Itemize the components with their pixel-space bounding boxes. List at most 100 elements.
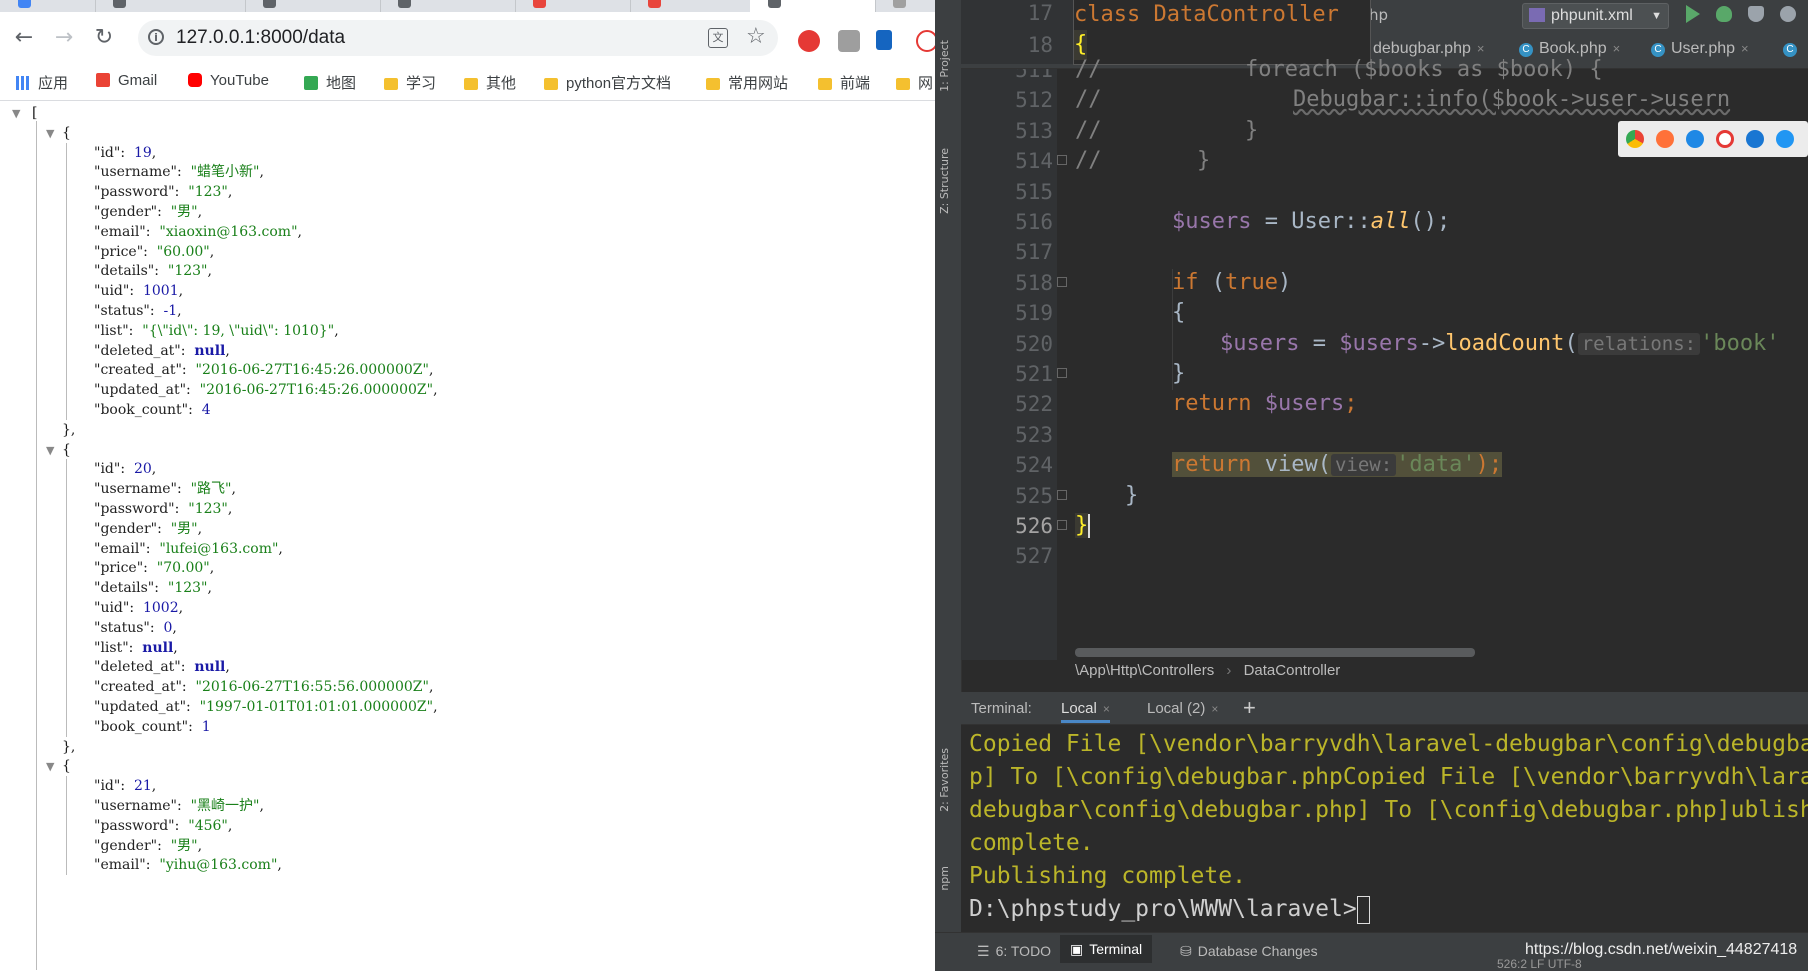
code-line[interactable]: // (1075, 143, 1102, 178)
extension-icon[interactable] (838, 30, 860, 52)
terminal-prompt-line[interactable]: D:\phpstudy_pro\WWW\laravel> (969, 893, 1370, 926)
code-line[interactable]: } (1197, 143, 1210, 178)
terminal-tab-local-2[interactable]: Local (2) × (1147, 700, 1218, 717)
bookmark-label: 应用 (38, 75, 69, 92)
code-line[interactable]: if (true) (1172, 265, 1291, 300)
collapse-toggle-icon[interactable]: ▼ (46, 127, 54, 140)
code-line[interactable]: $users = $users->loadCount(relations:'bo… (1220, 326, 1780, 361)
browser-tab[interactable] (380, 0, 516, 12)
horizontal-scrollbar[interactable] (1075, 648, 1475, 657)
collapse-toggle-icon[interactable]: ▼ (12, 107, 20, 120)
vpn-extension-icon[interactable] (876, 30, 892, 50)
bookmark-folder[interactable]: 常用网站 (706, 72, 788, 92)
project-tool-button[interactable]: 1: Project (938, 40, 951, 92)
code-line[interactable]: $users = User::all(); (1172, 204, 1450, 239)
address-bar[interactable]: i 127.0.0.1:8000/data 文 ☆ (138, 20, 778, 56)
json-colon: : (149, 619, 164, 636)
breadcrumb-namespace[interactable]: \App\Http\Controllers (1075, 662, 1214, 679)
firefox-icon[interactable] (1656, 130, 1674, 148)
json-comma: , (197, 520, 203, 537)
code-line[interactable]: } (1125, 478, 1138, 513)
json-field: "list": "{\"id\": 19, \"uid\": 1010}", (94, 321, 339, 341)
bookmark-youtube[interactable]: YouTube (188, 72, 269, 92)
terminal-tab-local[interactable]: Local × (1061, 700, 1110, 723)
code-line[interactable]: { (1172, 295, 1185, 330)
chrome-icon[interactable] (1626, 130, 1644, 148)
bookmark-folder[interactable]: python官方文档 (544, 72, 671, 92)
translate-icon[interactable]: 文 (708, 28, 728, 48)
bookmark-folder[interactable]: 前端 (818, 72, 870, 92)
database-changes-button[interactable]: ⛁ Database Changes (1180, 943, 1318, 960)
tab-favicon-icon (533, 0, 546, 8)
json-comma: , (151, 144, 157, 161)
browser-tab-active[interactable] (750, 0, 876, 12)
bookmark-gmail[interactable]: Gmail (96, 72, 157, 92)
code-line[interactable]: return $users; (1172, 386, 1357, 421)
json-field: "password": "123", (94, 499, 232, 519)
code-line[interactable]: return view(view:'data'); (1172, 447, 1503, 482)
terminal-output-line: debugbar\config\debugbar.php] To [\confi… (969, 797, 1808, 823)
run-config-select[interactable]: phpunit.xml ▼ (1522, 3, 1669, 29)
caret-position-info[interactable]: 526:2 LF UTF-8 (1497, 957, 1582, 971)
browser-tab[interactable] (630, 0, 751, 12)
code-line[interactable]: Debugbar::info($book->user->usern (1293, 82, 1730, 117)
favorites-tool-button[interactable]: 2: Favorites (938, 748, 951, 812)
class-declaration: class DataController (1074, 0, 1339, 30)
adblock-extension-icon[interactable] (798, 30, 820, 52)
extension-icon[interactable] (916, 30, 935, 52)
terminal-tool-button[interactable]: ▣ Terminal (1060, 935, 1153, 963)
fold-marker-icon[interactable] (1057, 520, 1067, 530)
close-tab-icon[interactable]: × (1613, 41, 1621, 56)
close-tab-icon[interactable]: × (1103, 702, 1110, 716)
open-in-browser-bar (1618, 121, 1808, 157)
safari-icon[interactable] (1686, 130, 1704, 148)
forward-arrow-icon[interactable]: → (52, 26, 76, 50)
url-text[interactable]: 127.0.0.1:8000/data (176, 27, 345, 49)
collapse-toggle-icon[interactable]: ▼ (46, 444, 54, 457)
browser-tab[interactable] (875, 0, 935, 12)
edge-icon[interactable] (1776, 130, 1794, 148)
bookmark-folder[interactable]: 学习 (384, 72, 436, 92)
bookmark-folder[interactable]: 网 (896, 72, 933, 92)
profiler-icon[interactable] (1780, 6, 1796, 22)
code-line[interactable]: } (1075, 508, 1091, 543)
browser-tab[interactable] (0, 0, 96, 12)
reload-icon[interactable]: ↻ (92, 26, 116, 50)
sticky-gutter: 17 18 (961, 0, 1073, 64)
bookmark-star-icon[interactable]: ☆ (746, 24, 766, 49)
new-terminal-button[interactable]: + (1243, 695, 1256, 721)
npm-tool-button[interactable]: npm (938, 866, 951, 891)
back-arrow-icon[interactable]: ← (12, 26, 36, 50)
todo-tool-button[interactable]: ☰ 6: TODO (977, 943, 1051, 960)
code-line[interactable]: } (1245, 113, 1258, 148)
run-icon[interactable] (1686, 5, 1700, 23)
close-tab-icon[interactable]: × (1211, 702, 1218, 716)
bookmark-label: 前端 (840, 75, 871, 92)
json-colon: : (129, 283, 143, 300)
fold-marker-icon[interactable] (1057, 155, 1067, 166)
opera-icon[interactable] (1716, 130, 1734, 148)
json-key: "gender" (94, 837, 158, 854)
editor-tab-more[interactable]: C (1783, 40, 1803, 58)
json-colon: : (188, 402, 202, 418)
browser-tab[interactable] (245, 0, 381, 12)
ie-icon[interactable] (1746, 130, 1764, 148)
breadcrumb-class[interactable]: DataController (1244, 662, 1341, 679)
close-tab-icon[interactable]: × (1741, 41, 1749, 56)
code-token: ); (1475, 452, 1503, 478)
bookmark-apps[interactable]: 应用 (16, 72, 68, 92)
fold-marker-icon[interactable] (1057, 368, 1067, 378)
fold-marker-icon[interactable] (1057, 276, 1067, 287)
browser-tab[interactable] (515, 0, 631, 12)
structure-tool-button[interactable]: Z: Structure (938, 148, 951, 214)
terminal-panel[interactable]: Terminal: Local × Local (2) × + Copied Fil… (961, 692, 1808, 932)
bookmark-maps[interactable]: 地图 (304, 72, 356, 92)
collapse-toggle-icon[interactable]: ▼ (46, 760, 54, 773)
editor-tab-user[interactable]: C User.php × (1651, 40, 1749, 58)
bookmark-folder[interactable]: 其他 (464, 72, 516, 92)
coverage-shield-icon[interactable] (1748, 6, 1764, 22)
debug-bug-icon[interactable] (1716, 6, 1732, 22)
info-icon[interactable]: i (148, 29, 164, 45)
fold-marker-icon[interactable] (1057, 489, 1067, 500)
browser-tab[interactable] (95, 0, 246, 12)
